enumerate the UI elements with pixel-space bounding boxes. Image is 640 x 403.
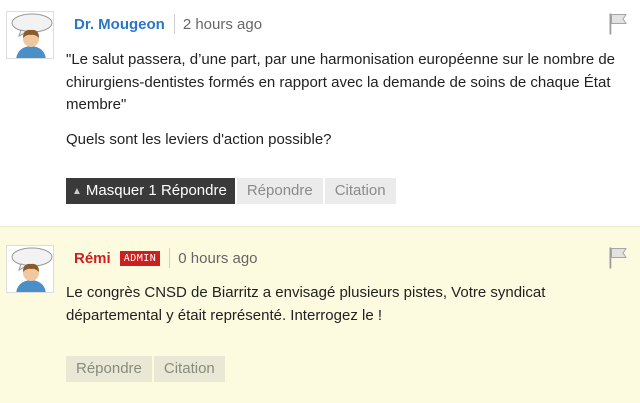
comment-actions: ▲ Masquer 1 Répondre Répondre Citation [66,178,396,204]
comment-item: Dr. Mougeon 2 hours ago "Le salut passer… [0,0,640,226]
author-link[interactable]: Rémi [74,250,111,267]
flag-icon[interactable] [609,247,629,269]
timestamp: 2 hours ago [182,15,263,33]
comment-meta: Rémi ADMIN 0 hours ago [74,246,258,270]
admin-badge: ADMIN [119,250,161,266]
comment-body-paragraph: Le congrès CNSD de Biarritz a envisagé p… [66,284,546,324]
meta-divider [173,14,175,34]
avatar[interactable] [6,245,54,293]
flag-icon[interactable] [609,13,629,35]
avatar[interactable] [6,11,54,59]
quote-button[interactable]: Citation [324,178,396,204]
comment-body-paragraph: Quels sont les leviers d'action possible… [66,131,332,148]
comment-actions: Répondre Citation [66,356,225,382]
hide-replies-label: Masquer 1 Répondre [85,182,227,199]
timestamp: 0 hours ago [178,249,258,267]
reply-button[interactable]: Répondre [66,356,152,382]
author-link[interactable]: Dr. Mougeon [74,16,165,33]
reply-button[interactable]: Répondre [236,178,323,204]
arrow-up-icon: ▲ [72,186,82,197]
user-speech-bubble-icon [11,247,53,292]
comment-item: Rémi ADMIN 0 hours ago Le congrès CNSD d… [0,226,640,403]
comment-meta: Dr. Mougeon 2 hours ago [74,12,262,36]
user-speech-bubble-icon [11,13,53,58]
meta-divider [169,248,171,268]
comment-body-paragraph: "Le salut passera, d’une part, par une h… [66,51,616,113]
hide-replies-button[interactable]: ▲ Masquer 1 Répondre [66,178,235,204]
quote-button[interactable]: Citation [153,356,225,382]
